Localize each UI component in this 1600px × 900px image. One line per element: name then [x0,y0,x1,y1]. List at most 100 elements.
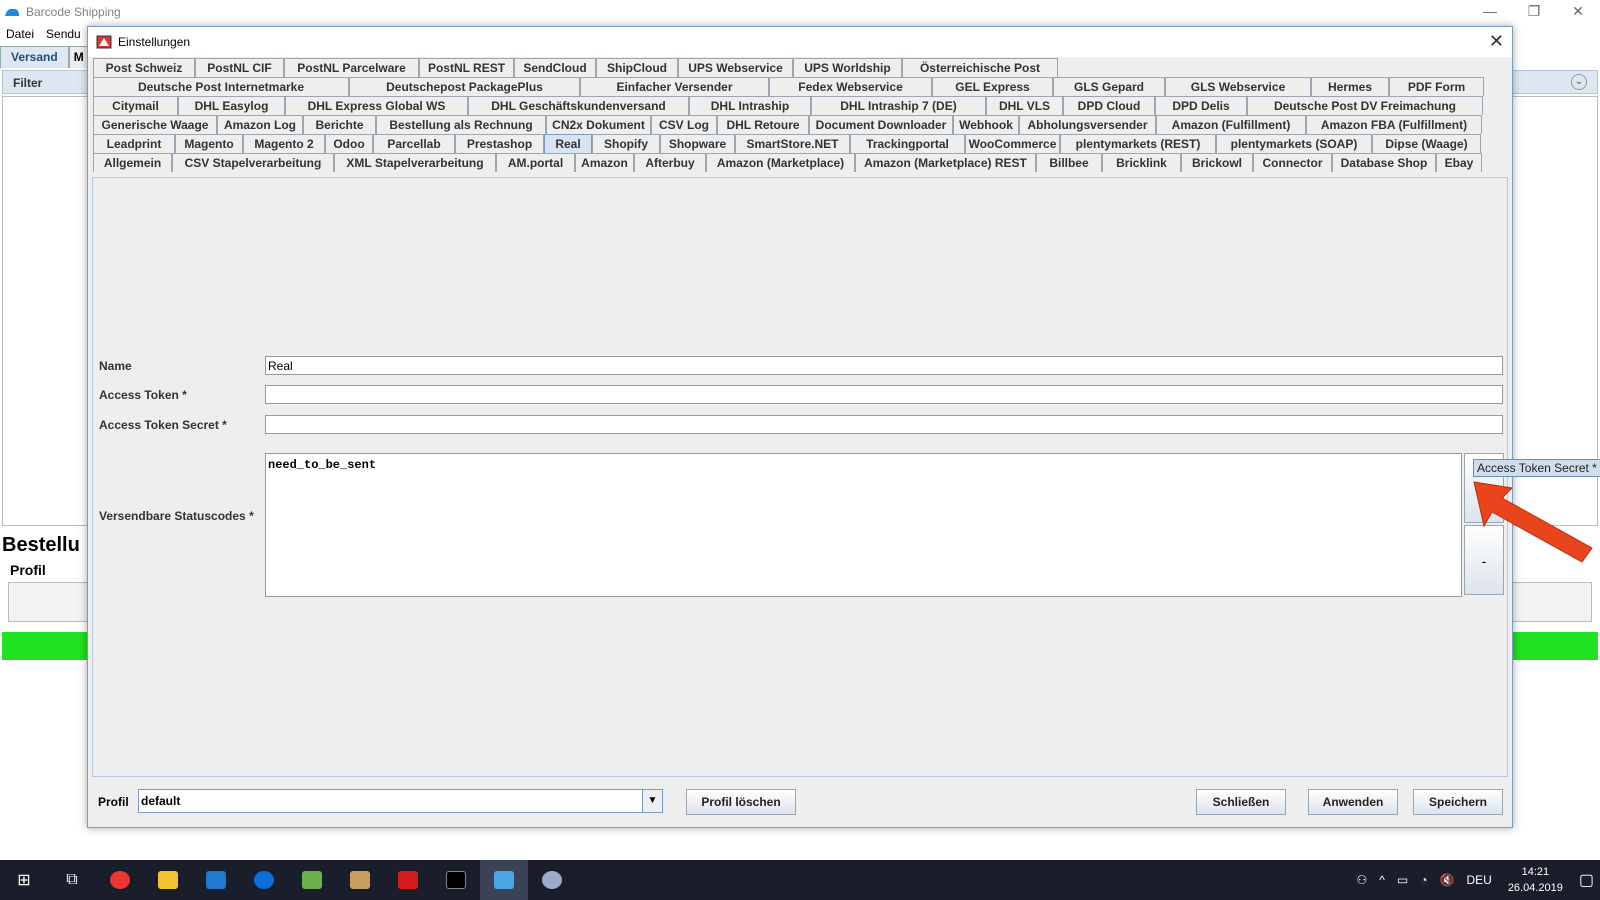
tab-magento-2[interactable]: Magento 2 [243,134,325,153]
tab-einfacher-versender[interactable]: Einfacher Versender [580,77,769,96]
restore-icon[interactable]: ❐ [1512,0,1556,22]
tab-generische-waage[interactable]: Generische Waage [93,115,217,134]
tab-österreichische-post[interactable]: Österreichische Post [902,58,1058,77]
tab-csv-log[interactable]: CSV Log [651,115,717,134]
tab-ups-worldship[interactable]: UPS Worldship [793,58,902,77]
tab-xml-stapelverarbeitung[interactable]: XML Stapelverarbeitung [334,153,496,172]
tab-leadprint[interactable]: Leadprint [93,134,175,153]
tab-csv-stapelverarbeitung[interactable]: CSV Stapelverarbeitung [172,153,334,172]
tab-odoo[interactable]: Odoo [325,134,373,153]
tab-bricklink[interactable]: Bricklink [1102,153,1181,172]
tab-parcellab[interactable]: Parcellab [373,134,455,153]
tab-dpd-delis[interactable]: DPD Delis [1155,96,1247,115]
collapse-icon[interactable]: ⌄ [1571,74,1587,90]
tab-abholungsversender[interactable]: Abholungsversender [1019,115,1156,134]
tab-amazon-marketplace[interactable]: Amazon (Marketplace) [706,153,855,172]
tab-amazon-log[interactable]: Amazon Log [217,115,303,134]
language-indicator[interactable]: DEU [1466,873,1491,887]
tab-fedex-webservice[interactable]: Fedex Webservice [769,77,932,96]
tab-webhook[interactable]: Webhook [953,115,1019,134]
tab-postnl-cif[interactable]: PostNL CIF [195,58,284,77]
tab-gel-express[interactable]: GEL Express [932,77,1053,96]
tab-prestashop[interactable]: Prestashop [455,134,544,153]
tab-amazon-fulfillment[interactable]: Amazon (Fulfillment) [1156,115,1306,134]
tab-dhl-easylog[interactable]: DHL Easylog [178,96,285,115]
tab-trackingportal[interactable]: Trackingportal [850,134,965,153]
delete-profile-button[interactable]: Profil löschen [686,789,796,815]
barcode-shipping-taskbar-icon[interactable] [480,860,528,900]
profile-select[interactable]: default ▼ [138,789,663,813]
battery-icon[interactable]: ▭ [1397,873,1408,887]
tab-am-portal[interactable]: AM.portal [496,153,575,172]
tab-dipse-waage[interactable]: Dipse (Waage) [1372,134,1481,153]
tab-berichte[interactable]: Berichte [303,115,376,134]
tab-hermes[interactable]: Hermes [1311,77,1389,96]
name-field[interactable] [265,356,1503,375]
tab-shopify[interactable]: Shopify [592,134,660,153]
menu-datei[interactable]: Datei [0,27,40,41]
access-token-field[interactable] [265,385,1503,404]
tab-shipcloud[interactable]: ShipCloud [596,58,678,77]
tab-postnl-parcelware[interactable]: PostNL Parcelware [284,58,419,77]
tab-post-schweiz[interactable]: Post Schweiz [93,58,195,77]
status-codes-field[interactable]: need_to_be_sent [265,453,1462,597]
tab-ups-webservice[interactable]: UPS Webservice [678,58,793,77]
vscode-icon[interactable] [192,860,240,900]
tab-dhl-intraship[interactable]: DHL Intraship [689,96,811,115]
tab-real[interactable]: Real [544,134,592,153]
tab-gls-gepard[interactable]: GLS Gepard [1053,77,1165,96]
close-button[interactable]: Schließen [1196,789,1286,815]
apply-button[interactable]: Anwenden [1308,789,1398,815]
minimize-icon[interactable]: — [1468,0,1512,22]
tab-document-downloader[interactable]: Document Downloader [809,115,953,134]
task-view-icon[interactable]: ⧉ [48,860,96,900]
tab-deutschepost-packageplus[interactable]: Deutschepost PackagePlus [349,77,580,96]
tab-gls-webservice[interactable]: GLS Webservice [1165,77,1311,96]
tab-citymail[interactable]: Citymail [93,96,178,115]
tab-plentymarkets-rest[interactable]: plentymarkets (REST) [1060,134,1216,153]
notepad-icon[interactable] [288,860,336,900]
menu-sendungen[interactable]: Sendu [40,27,87,41]
tab-dhl-retoure[interactable]: DHL Retoure [717,115,809,134]
chevron-down-icon[interactable]: ▼ [642,790,662,812]
tab-magento[interactable]: Magento [175,134,243,153]
tab-billbee[interactable]: Billbee [1036,153,1102,172]
tab-database-shop[interactable]: Database Shop [1332,153,1436,172]
tab-postnl-rest[interactable]: PostNL REST [419,58,514,77]
tab-amazon-marketplace-rest[interactable]: Amazon (Marketplace) REST [855,153,1036,172]
paint-icon[interactable] [528,860,576,900]
people-icon[interactable]: ⚇ [1357,873,1368,887]
tab-connector[interactable]: Connector [1253,153,1332,172]
tab-smartstore-net[interactable]: SmartStore.NET [735,134,850,153]
acrobat-icon[interactable] [384,860,432,900]
dialog-close-icon[interactable]: ✕ [1489,31,1504,52]
tab-plentymarkets-soap[interactable]: plentymarkets (SOAP) [1216,134,1372,153]
tab-bestellung-als-rechnung[interactable]: Bestellung als Rechnung [376,115,546,134]
tab-pdf-form[interactable]: PDF Form [1389,77,1484,96]
tab-brickowl[interactable]: Brickowl [1181,153,1253,172]
tab-dhl-vls[interactable]: DHL VLS [986,96,1063,115]
tab-deutsche-post-dv-freimachung[interactable]: Deutsche Post DV Freimachung [1247,96,1483,115]
clock[interactable]: 14:21 26.04.2019 [1508,864,1563,896]
tab-sendcloud[interactable]: SendCloud [514,58,596,77]
tab-dhl-geschäftskundenversand[interactable]: DHL Geschäftskundenversand [468,96,689,115]
tab-dhl-intraship-7-de[interactable]: DHL Intraship 7 (DE) [811,96,986,115]
volume-icon[interactable]: 🔇 [1440,873,1455,887]
teamviewer-icon[interactable] [240,860,288,900]
tab-dhl-express-global-ws[interactable]: DHL Express Global WS [285,96,468,115]
filter-label[interactable]: Filter [13,76,42,90]
tab-partial[interactable]: M [68,46,89,68]
tab-versand[interactable]: Versand [0,46,69,68]
tab-deutsche-post-internetmarke[interactable]: Deutsche Post Internetmarke [93,77,349,96]
notifications-icon[interactable]: ▢ [1579,870,1594,890]
tab-amazon-fba-fulfillment[interactable]: Amazon FBA (Fulfillment) [1306,115,1482,134]
tab-cn2x-dokument[interactable]: CN2x Dokument [546,115,651,134]
save-button[interactable]: Speichern [1413,789,1503,815]
tab-dpd-cloud[interactable]: DPD Cloud [1063,96,1155,115]
chrome-icon[interactable] [96,860,144,900]
tab-amazon[interactable]: Amazon [575,153,634,172]
windows-start-icon[interactable]: ⊞ [0,860,48,900]
tab-woocommerce[interactable]: WooCommerce [965,134,1060,153]
tab-allgemein[interactable]: Allgemein [93,153,172,172]
network-icon[interactable]: ◔ [1420,873,1427,887]
